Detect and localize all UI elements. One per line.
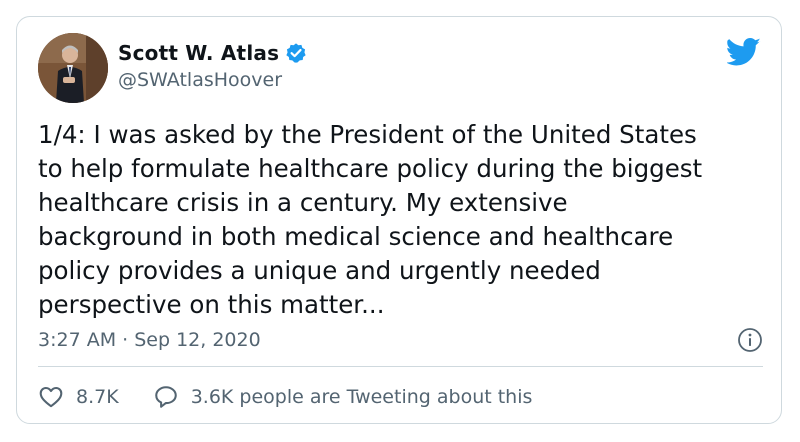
- speech-bubble-icon: [154, 386, 177, 408]
- heart-icon: [39, 386, 63, 408]
- author-handle[interactable]: @SWAtlasHoover: [118, 69, 282, 91]
- tweet-actions: 8.7K 3.6K people are Tweeting about this: [38, 382, 532, 412]
- like-count: 8.7K: [76, 386, 119, 408]
- divider: [38, 366, 763, 367]
- verified-badge-icon: [285, 42, 307, 64]
- conversation-link[interactable]: 3.6K people are Tweeting about this: [153, 384, 533, 410]
- info-icon[interactable]: [737, 327, 763, 353]
- author-name-row[interactable]: Scott W. Atlas: [118, 39, 307, 67]
- avatar-photo: [38, 33, 108, 103]
- tweet-meta-row: 3:27 AM · Sep 12, 2020: [38, 326, 763, 354]
- avatar[interactable]: [38, 33, 108, 103]
- tweet-text: 1/4: I was asked by the President of the…: [38, 120, 703, 319]
- tweet-timestamp[interactable]: 3:27 AM · Sep 12, 2020: [38, 329, 261, 351]
- like-button[interactable]: 8.7K: [38, 384, 119, 410]
- tweet-card[interactable]: Scott W. Atlas @SWAtlasHoover 1/4: I was…: [16, 16, 782, 424]
- twitter-bird-icon[interactable]: [725, 37, 761, 67]
- conversation-text: 3.6K people are Tweeting about this: [190, 386, 533, 408]
- author-name[interactable]: Scott W. Atlas: [118, 41, 279, 65]
